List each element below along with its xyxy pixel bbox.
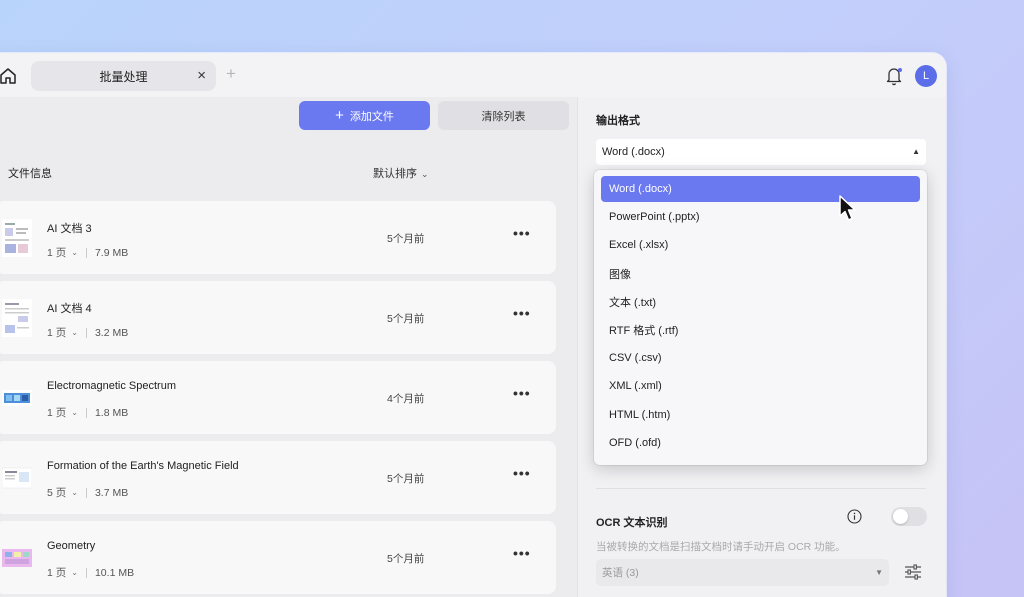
page-count[interactable]: 1 页: [47, 245, 66, 260]
toggle-knob: [893, 509, 908, 524]
plus-icon: +: [335, 107, 344, 124]
tab-title: 批量处理: [99, 69, 148, 84]
more-options-icon[interactable]: •••: [513, 225, 531, 241]
caret-up-icon: ▲: [912, 147, 920, 156]
user-avatar[interactable]: L: [915, 65, 937, 87]
clear-list-button[interactable]: 清除列表: [438, 101, 569, 130]
chevron-down-icon[interactable]: ⌄: [71, 568, 78, 577]
format-option-ofd[interactable]: OFD (.ofd): [601, 430, 920, 456]
format-option-word[interactable]: Word (.docx): [601, 176, 920, 202]
divider: [85, 567, 87, 578]
divider: [85, 487, 87, 498]
file-row[interactable]: Formation of the Earth's Magnetic Field …: [0, 441, 556, 514]
chevron-down-icon[interactable]: ⌄: [71, 248, 78, 257]
file-size: 10.1 MB: [94, 566, 135, 579]
document-thumbnail-icon: [2, 219, 32, 257]
output-format-label: 输出格式: [596, 115, 640, 127]
sort-dropdown[interactable]: 默认排序 ⌄: [373, 165, 429, 181]
format-option-csv[interactable]: CSV (.csv): [601, 345, 920, 371]
title-bar: 批量处理 × + L: [0, 53, 946, 97]
file-size: 3.7 MB: [94, 486, 129, 499]
file-name: AI 文档 4: [47, 303, 92, 315]
chevron-down-icon[interactable]: ⌄: [71, 408, 78, 417]
file-row[interactable]: Electromagnetic Spectrum 1 页 ⌄ 1.8 MB 4个月…: [0, 361, 556, 434]
file-name: Electromagnetic Spectrum: [47, 380, 176, 392]
format-option-text[interactable]: 文本 (.txt): [601, 289, 920, 315]
format-option-xml[interactable]: XML (.xml): [601, 373, 920, 399]
more-options-icon[interactable]: •••: [513, 385, 531, 401]
file-name: Formation of the Earth's Magnetic Field: [47, 460, 239, 472]
notification-bell-icon[interactable]: [884, 65, 904, 87]
file-time: 5个月前: [387, 233, 425, 245]
format-option-html[interactable]: HTML (.htm): [601, 402, 920, 428]
add-files-label: 添加文件: [349, 110, 394, 123]
format-option-image[interactable]: 图像: [601, 261, 920, 287]
format-option-excel[interactable]: Excel (.xlsx): [601, 232, 920, 258]
add-files-button[interactable]: + 添加文件: [299, 101, 430, 130]
new-tab-icon[interactable]: +: [226, 64, 236, 84]
chevron-down-icon: ⌄: [421, 169, 429, 179]
file-size: 7.9 MB: [94, 246, 129, 259]
output-format-select[interactable]: Word (.docx) ▲: [596, 139, 926, 165]
chevron-down-icon[interactable]: ⌄: [71, 328, 78, 337]
sort-label: 默认排序: [373, 168, 417, 180]
file-meta: 1 页 ⌄ 1.8 MB: [47, 405, 128, 420]
file-meta: 1 页 ⌄ 10.1 MB: [47, 565, 134, 580]
file-name: AI 文档 3: [47, 223, 92, 235]
ocr-description: 当被转换的文档是扫描文档时请手动开启 OCR 功能。: [596, 541, 846, 553]
file-time: 5个月前: [387, 313, 425, 325]
file-meta: 1 页 ⌄ 7.9 MB: [47, 245, 128, 260]
ocr-language-select[interactable]: 英语 (3) ▼: [596, 559, 889, 586]
page-count[interactable]: 5 页: [47, 485, 66, 500]
document-thumbnail-icon: [2, 549, 32, 567]
page-count[interactable]: 1 页: [47, 405, 66, 420]
file-time: 5个月前: [387, 473, 425, 485]
document-thumbnail-icon: [2, 390, 32, 406]
output-format-value: Word (.docx): [602, 146, 665, 158]
info-icon[interactable]: [847, 509, 862, 524]
tab-close-icon[interactable]: ×: [197, 67, 206, 85]
file-list-panel: + 添加文件 清除列表 文件信息 默认排序 ⌄ AI 文档 3 1 页 ⌄ 7.9 …: [0, 97, 577, 597]
divider: [85, 407, 87, 418]
file-time: 5个月前: [387, 553, 425, 565]
tab-batch-process[interactable]: 批量处理 ×: [31, 61, 216, 91]
file-time: 4个月前: [387, 393, 425, 405]
file-row[interactable]: AI 文档 3 1 页 ⌄ 7.9 MB 5个月前 •••: [0, 201, 556, 274]
section-divider: [596, 488, 926, 489]
file-row[interactable]: Geometry 1 页 ⌄ 10.1 MB 5个月前 •••: [0, 521, 556, 594]
more-options-icon[interactable]: •••: [513, 545, 531, 561]
mouse-cursor-icon: [839, 195, 856, 221]
more-options-icon[interactable]: •••: [513, 305, 531, 321]
more-options-icon[interactable]: •••: [513, 465, 531, 481]
ocr-language-value: 英语 (3): [602, 567, 639, 579]
ocr-toggle[interactable]: [891, 507, 927, 526]
document-thumbnail-icon: [2, 467, 32, 489]
format-option-powerpoint[interactable]: PowerPoint (.pptx): [601, 204, 920, 230]
file-row[interactable]: AI 文档 4 1 页 ⌄ 3.2 MB 5个月前 •••: [0, 281, 556, 354]
ocr-title: OCR 文本识别: [596, 517, 668, 529]
file-size: 1.8 MB: [94, 406, 129, 419]
divider: [85, 327, 87, 338]
chevron-down-icon[interactable]: ⌄: [71, 488, 78, 497]
settings-sliders-icon[interactable]: [904, 563, 922, 581]
divider: [85, 247, 87, 258]
caret-down-icon: ▼: [875, 568, 883, 577]
file-meta: 1 页 ⌄ 3.2 MB: [47, 325, 128, 340]
file-size: 3.2 MB: [94, 326, 129, 339]
page-count[interactable]: 1 页: [47, 565, 66, 580]
page-count[interactable]: 1 页: [47, 325, 66, 340]
output-format-dropdown: Word (.docx) PowerPoint (.pptx) Excel (.…: [594, 170, 927, 465]
file-name: Geometry: [47, 540, 96, 552]
file-meta: 5 页 ⌄ 3.7 MB: [47, 485, 128, 500]
home-icon[interactable]: [0, 66, 18, 86]
document-thumbnail-icon: [2, 299, 32, 337]
file-info-header: 文件信息: [8, 168, 52, 180]
format-option-rtf[interactable]: RTF 格式 (.rtf): [601, 317, 920, 343]
